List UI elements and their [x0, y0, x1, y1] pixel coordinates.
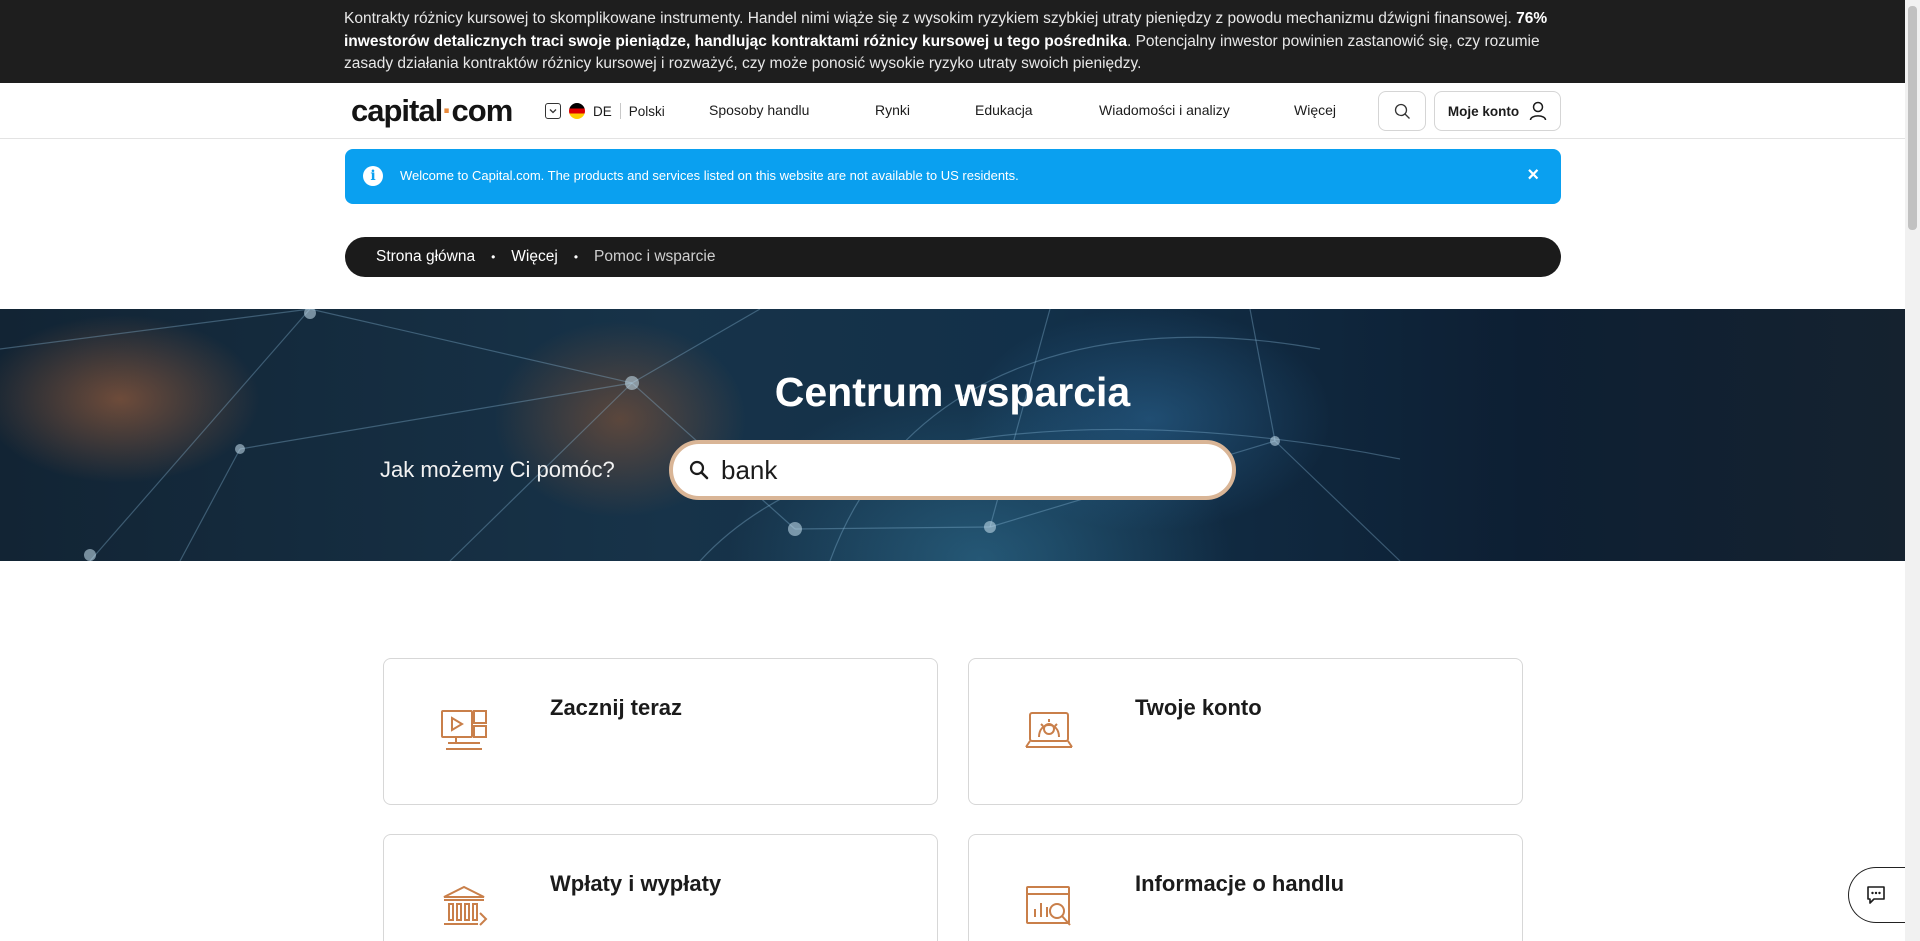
close-icon[interactable]: ×: [1527, 164, 1539, 187]
germany-flag-icon: [569, 103, 585, 119]
category-card-zacznij-teraz[interactable]: Zacznij teraz: [383, 658, 938, 805]
chat-bubble-icon: [1866, 886, 1885, 904]
card-title: Zacznij teraz: [550, 695, 683, 720]
breadcrumb-separator: •: [491, 250, 496, 264]
hero-question: Jak możemy Ci pomóc?: [380, 457, 615, 482]
category-card-twoje-konto[interactable]: Twoje konto: [968, 658, 1523, 805]
laptop-gear-icon: [1025, 712, 1073, 748]
my-account-label: Moje konto: [1447, 103, 1520, 119]
category-card-informacje-o-handlu[interactable]: Informacje o handlu: [968, 834, 1523, 941]
page-scrollbar[interactable]: [1905, 0, 1920, 941]
nav-edukacja[interactable]: Edukacja: [975, 102, 1033, 118]
site-header: capital·com DE Polski Sposoby handlu Ryn…: [0, 83, 1905, 139]
info-icon: i: [363, 166, 383, 186]
card-title: Wpłaty i wypłaty: [550, 871, 722, 896]
nav-wiecej[interactable]: Więcej: [1294, 102, 1336, 118]
breadcrumb-current: Pomoc i wsparcie: [594, 248, 716, 265]
breadcrumb-separator: •: [573, 250, 579, 264]
search-icon: [1394, 103, 1410, 119]
card-title: Twoje konto: [1135, 695, 1262, 720]
chat-button[interactable]: [1848, 867, 1908, 923]
chevron-down-icon: [545, 103, 561, 119]
network-background-graphic: [0, 309, 1401, 561]
logo-dot: ·: [442, 93, 452, 128]
breadcrumb-home[interactable]: Strona główna: [376, 248, 475, 266]
hero-title: Centrum wsparcia: [774, 369, 1131, 415]
country-code: DE: [593, 103, 612, 119]
breadcrumb: Strona główna • Więcej • Pomoc i wsparci…: [345, 237, 1561, 277]
header-search-button[interactable]: [1378, 91, 1426, 131]
my-account-button[interactable]: Moje konto: [1434, 91, 1561, 131]
risk-warning-bar: Kontrakty różnicy kursowej to skomplikow…: [0, 0, 1905, 83]
language-selector[interactable]: DE Polski: [545, 102, 665, 120]
nav-sposoby-handlu[interactable]: Sposoby handlu: [709, 102, 809, 118]
logo-part1: capital: [351, 93, 443, 128]
monitor-play-icon: [441, 710, 487, 750]
chart-magnifier-icon: [1026, 886, 1071, 926]
user-icon: [1529, 101, 1547, 121]
search-icon: [689, 460, 709, 480]
logo[interactable]: capital·com: [351, 93, 514, 129]
language-label: Polski: [628, 103, 665, 119]
us-residents-notice: i Welcome to Capital.com. The products a…: [345, 149, 1561, 204]
notice-text: Welcome to Capital.com. The products and…: [400, 168, 1019, 183]
risk-warning-text: Kontrakty różnicy kursowej to skomplikow…: [344, 8, 1556, 76]
language-divider: [619, 103, 621, 119]
breadcrumb-wiecej[interactable]: Więcej: [511, 248, 558, 266]
scrollbar-thumb[interactable]: [1908, 6, 1917, 230]
risk-warning-text-start: Kontrakty różnicy kursowej to skomplikow…: [344, 10, 1517, 27]
bank-transfer-icon: [443, 885, 488, 926]
support-search-input[interactable]: [721, 454, 1191, 486]
category-card-wplaty-i-wyplaty[interactable]: Wpłaty i wypłaty: [383, 834, 938, 941]
support-search-box[interactable]: [669, 440, 1236, 500]
nav-rynki[interactable]: Rynki: [875, 102, 910, 118]
logo-part2: com: [451, 93, 514, 128]
nav-wiadomosci-i-analizy[interactable]: Wiadomości i analizy: [1099, 102, 1230, 118]
support-hero: Centrum wsparcia Jak możemy Ci pomóc?: [0, 309, 1905, 561]
card-title: Informacje o handlu: [1135, 871, 1345, 896]
